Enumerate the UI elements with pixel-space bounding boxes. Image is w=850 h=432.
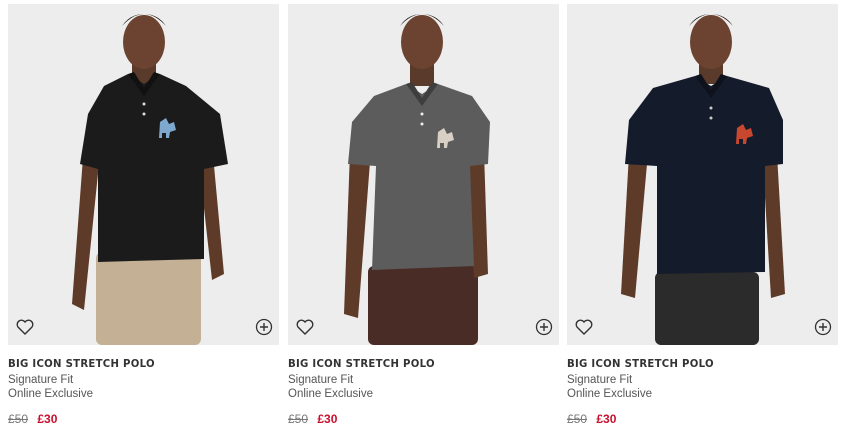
polo-shirt: [348, 84, 490, 270]
product-fit: Signature Fit: [567, 374, 633, 386]
product-image[interactable]: [567, 4, 838, 345]
polo-shirt: [625, 76, 783, 274]
price: £50 £30: [8, 412, 279, 426]
product-info: BIG ICON STRETCH POLO Signature Fit Onli…: [567, 345, 838, 426]
product-image[interactable]: [288, 4, 559, 345]
product-grid: BIG ICON STRETCH POLO Signature Fit Onli…: [0, 0, 850, 432]
sale-price: £30: [317, 412, 338, 426]
polo-shirt: [80, 74, 228, 262]
pants: [655, 272, 759, 345]
product-card[interactable]: BIG ICON STRETCH POLO Signature Fit Onli…: [288, 4, 559, 426]
heart-icon[interactable]: [296, 319, 314, 335]
plus-circle-icon[interactable]: [814, 318, 832, 336]
pants: [368, 266, 478, 345]
original-price: £50: [567, 412, 588, 426]
product-name[interactable]: BIG ICON STRETCH POLO: [567, 357, 816, 370]
product-tag: Online Exclusive: [8, 388, 94, 400]
plus-circle-icon[interactable]: [255, 318, 273, 336]
product-info: BIG ICON STRETCH POLO Signature Fit Onli…: [288, 345, 559, 426]
heart-icon[interactable]: [16, 319, 34, 335]
price: £50 £30: [567, 412, 838, 426]
product-tag: Online Exclusive: [567, 388, 653, 400]
product-name[interactable]: BIG ICON STRETCH POLO: [288, 357, 537, 370]
product-fit: Signature Fit: [8, 374, 74, 386]
model-photo: [344, 14, 490, 345]
pants: [96, 252, 201, 345]
product-card[interactable]: BIG ICON STRETCH POLO Signature Fit Onli…: [8, 4, 279, 426]
product-card[interactable]: BIG ICON STRETCH POLO Signature Fit Onli…: [567, 4, 838, 426]
sale-price: £30: [37, 412, 58, 426]
product-fit: Signature Fit: [288, 374, 354, 386]
sale-price: £30: [596, 412, 617, 426]
product-info: BIG ICON STRETCH POLO Signature Fit Onli…: [8, 345, 279, 426]
model-photo: [72, 14, 228, 345]
product-name[interactable]: BIG ICON STRETCH POLO: [8, 357, 257, 370]
price: £50 £30: [288, 412, 559, 426]
heart-icon[interactable]: [575, 319, 593, 335]
product-tag: Online Exclusive: [288, 388, 374, 400]
original-price: £50: [8, 412, 29, 426]
model-photo: [621, 14, 785, 345]
plus-circle-icon[interactable]: [535, 318, 553, 336]
product-image[interactable]: [8, 4, 279, 345]
original-price: £50: [288, 412, 309, 426]
